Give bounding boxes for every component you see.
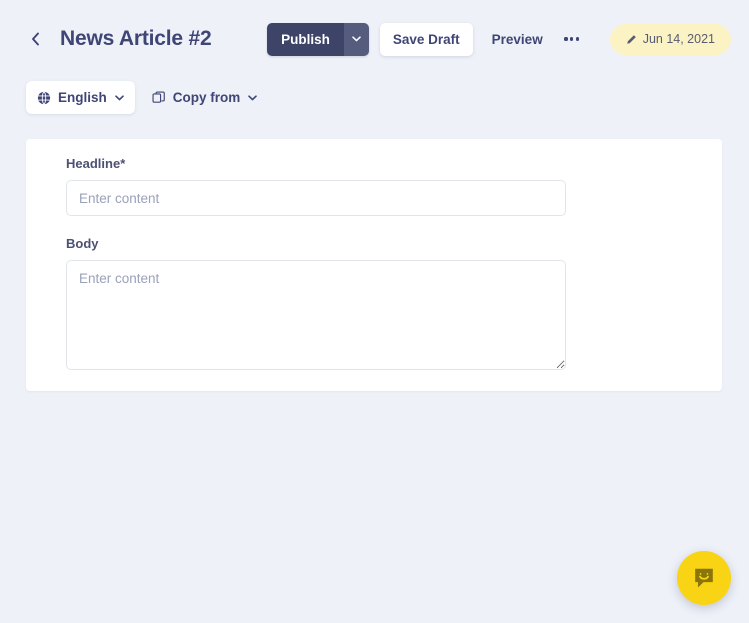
chevron-down-icon <box>248 94 258 101</box>
chevron-down-icon <box>114 94 124 101</box>
language-label: English <box>58 90 107 105</box>
sub-toolbar: English Copy from <box>26 81 264 114</box>
body-label-text: Body <box>66 236 99 251</box>
chat-launcher-button[interactable] <box>677 551 731 605</box>
top-bar-actions: Publish Save Draft Preview Jun 14, 2021 <box>267 22 731 56</box>
pencil-icon <box>626 34 637 45</box>
chat-bubble-smile-icon <box>691 565 717 591</box>
body-textarea[interactable] <box>66 260 566 370</box>
field-headline: Headline* <box>26 156 722 216</box>
publish-button[interactable]: Publish <box>267 22 344 56</box>
more-options-button[interactable] <box>559 24 585 54</box>
copy-from-label: Copy from <box>172 90 241 105</box>
required-marker: * <box>120 156 126 171</box>
chevron-left-icon <box>31 32 40 46</box>
copy-from-button[interactable]: Copy from <box>145 81 265 114</box>
save-draft-button[interactable]: Save Draft <box>379 22 473 56</box>
language-selector[interactable]: English <box>26 81 135 114</box>
body-label: Body <box>66 236 682 251</box>
publish-date-badge[interactable]: Jun 14, 2021 <box>609 23 731 55</box>
headline-label-text: Headline <box>66 156 121 171</box>
globe-icon <box>37 91 51 105</box>
ellipsis-icon <box>564 37 579 41</box>
headline-label: Headline* <box>66 156 682 171</box>
publish-date-label: Jun 14, 2021 <box>642 32 715 46</box>
copy-icon <box>152 90 166 105</box>
back-button[interactable] <box>22 26 48 52</box>
publish-dropdown-toggle[interactable] <box>343 22 369 56</box>
preview-button[interactable]: Preview <box>482 23 553 56</box>
top-bar: News Article #2 Publish Save Draft Previ… <box>0 0 749 78</box>
publish-split-button: Publish <box>267 22 369 56</box>
field-body: Body <box>26 236 722 370</box>
page-title: News Article #2 <box>60 27 212 50</box>
chevron-down-icon <box>352 36 361 42</box>
headline-input[interactable] <box>66 180 566 216</box>
article-form-card: Headline* Body <box>26 139 722 391</box>
